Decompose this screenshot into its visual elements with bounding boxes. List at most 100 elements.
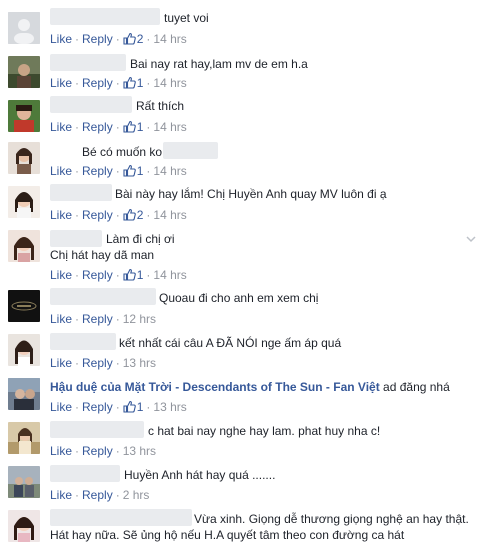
avatar[interactable]: [8, 378, 40, 410]
commenter-name-redacted[interactable]: [50, 184, 112, 201]
avatar[interactable]: [8, 290, 40, 322]
separator: ·: [146, 32, 151, 46]
commenter-name-redacted[interactable]: [50, 421, 144, 438]
commenter-name-redacted[interactable]: [50, 333, 116, 350]
reply-link[interactable]: Reply: [82, 444, 113, 458]
like-link[interactable]: Like: [50, 268, 72, 282]
commenter-name-redacted[interactable]: [50, 230, 102, 247]
thumbs-up-icon[interactable]: [123, 32, 136, 45]
like-link[interactable]: Like: [50, 208, 72, 222]
timestamp[interactable]: 2 hrs: [123, 488, 150, 502]
avatar[interactable]: [8, 230, 40, 262]
reply-link[interactable]: Reply: [82, 120, 113, 134]
comment-text: Bé có muốn ko: [82, 145, 163, 159]
thumbs-up-icon[interactable]: [123, 400, 136, 413]
separator: ·: [115, 268, 120, 282]
separator: ·: [115, 400, 120, 414]
reply-link[interactable]: Reply: [82, 400, 113, 414]
timestamp[interactable]: 14 hrs: [153, 268, 186, 282]
timestamp[interactable]: 14 hrs: [153, 164, 186, 178]
timestamp[interactable]: 14 hrs: [153, 208, 186, 222]
reply-link[interactable]: Reply: [82, 268, 113, 282]
timestamp[interactable]: 13 hrs: [153, 400, 186, 414]
like-link[interactable]: Like: [50, 400, 72, 414]
comment-text: Quoau đi cho anh em xem chị: [159, 291, 319, 305]
comment-text-line-2: Hát hay nữa. Sẽ ủng hộ nếu H.A quyết tâm…: [50, 528, 405, 542]
timestamp[interactable]: 12 hrs: [123, 312, 156, 326]
avatar[interactable]: [8, 142, 40, 174]
separator: ·: [75, 356, 80, 370]
separator: ·: [75, 120, 80, 134]
like-link[interactable]: Like: [50, 32, 72, 46]
commenter-name-redacted[interactable]: [50, 509, 192, 526]
like-link[interactable]: Like: [50, 312, 72, 326]
reply-link[interactable]: Reply: [82, 76, 113, 90]
commenter-name-redacted[interactable]: [50, 96, 132, 113]
avatar[interactable]: [8, 12, 40, 44]
separator: ·: [75, 488, 80, 502]
commenter-name-redacted[interactable]: [163, 142, 218, 159]
thumbs-up-icon[interactable]: [123, 268, 136, 281]
page-name-link[interactable]: Hậu duệ của Mặt Trời - Descendants of Th…: [50, 380, 380, 394]
separator: ·: [115, 76, 120, 90]
reply-link[interactable]: Reply: [82, 488, 113, 502]
separator: ·: [75, 444, 80, 458]
comment-text-line-2: Chị hát hay dã man: [50, 248, 155, 262]
timestamp[interactable]: 13 hrs: [123, 356, 156, 370]
comment-text: Huyền Anh hát hay quá .......: [124, 468, 276, 482]
like-link[interactable]: Like: [50, 444, 72, 458]
comment-actions: Like · Reply · 13 hrs: [50, 443, 156, 459]
reply-link[interactable]: Reply: [82, 208, 113, 222]
separator: ·: [115, 488, 120, 502]
thumbs-up-icon[interactable]: [123, 76, 136, 89]
comment-list: tuyet voi Like · Reply · 2 · 14 hrs Bai nay ra…: [0, 0, 489, 554]
timestamp[interactable]: 14 hrs: [153, 76, 186, 90]
separator: ·: [75, 268, 80, 282]
avatar[interactable]: [8, 334, 40, 366]
timestamp[interactable]: 14 hrs: [153, 120, 186, 134]
separator: ·: [146, 268, 151, 282]
comment-text-row: Hậu duệ của Mặt Trời - Descendants of Th…: [50, 379, 450, 395]
comment-actions: Like · Reply · 2 hrs: [50, 487, 149, 503]
thumbs-up-icon[interactable]: [123, 208, 136, 221]
commenter-name-redacted[interactable]: [50, 8, 160, 25]
thumbs-up-icon[interactable]: [123, 120, 136, 133]
avatar[interactable]: [8, 510, 40, 542]
like-link[interactable]: Like: [50, 164, 72, 178]
separator: ·: [115, 164, 120, 178]
like-link[interactable]: Like: [50, 76, 72, 90]
comment-actions: Like · Reply · 12 hrs: [50, 311, 156, 327]
comment-text: kết nhất cái câu A ĐÃ NÓI nge ấm áp quá: [119, 336, 342, 350]
separator: ·: [146, 164, 151, 178]
reply-link[interactable]: Reply: [82, 356, 113, 370]
separator: ·: [115, 32, 120, 46]
comment-actions: Like · Reply · 2 · 14 hrs: [50, 207, 187, 223]
comment-actions: Like · Reply · 1 · 14 hrs: [50, 267, 187, 283]
comment-actions: Like · Reply · 1 · 14 hrs: [50, 163, 187, 179]
comment-actions: Like · Reply · 13 hrs: [50, 355, 156, 371]
commenter-name-redacted[interactable]: [50, 288, 156, 305]
like-link[interactable]: Like: [50, 356, 72, 370]
separator: ·: [115, 208, 120, 222]
timestamp[interactable]: 13 hrs: [123, 444, 156, 458]
commenter-name-redacted[interactable]: [50, 465, 120, 482]
avatar[interactable]: [8, 466, 40, 498]
comment-actions: Like · Reply · 1 · 14 hrs: [50, 119, 187, 135]
comment-text: ad đăng nhá: [383, 380, 450, 394]
avatar[interactable]: [8, 186, 40, 218]
like-link[interactable]: Like: [50, 120, 72, 134]
comment-text: tuyet voi: [164, 11, 209, 25]
reply-link[interactable]: Reply: [82, 164, 113, 178]
comment-actions: Like · Reply · 2 · 14 hrs: [50, 31, 187, 47]
commenter-name-redacted[interactable]: [50, 54, 126, 71]
avatar[interactable]: [8, 422, 40, 454]
reply-link[interactable]: Reply: [82, 312, 113, 326]
thumbs-up-icon[interactable]: [123, 164, 136, 177]
avatar[interactable]: [8, 56, 40, 88]
separator: ·: [75, 164, 80, 178]
like-link[interactable]: Like: [50, 488, 72, 502]
reply-link[interactable]: Reply: [82, 32, 113, 46]
timestamp[interactable]: 14 hrs: [153, 32, 186, 46]
chevron-down-icon[interactable]: [465, 233, 477, 245]
avatar[interactable]: [8, 100, 40, 132]
